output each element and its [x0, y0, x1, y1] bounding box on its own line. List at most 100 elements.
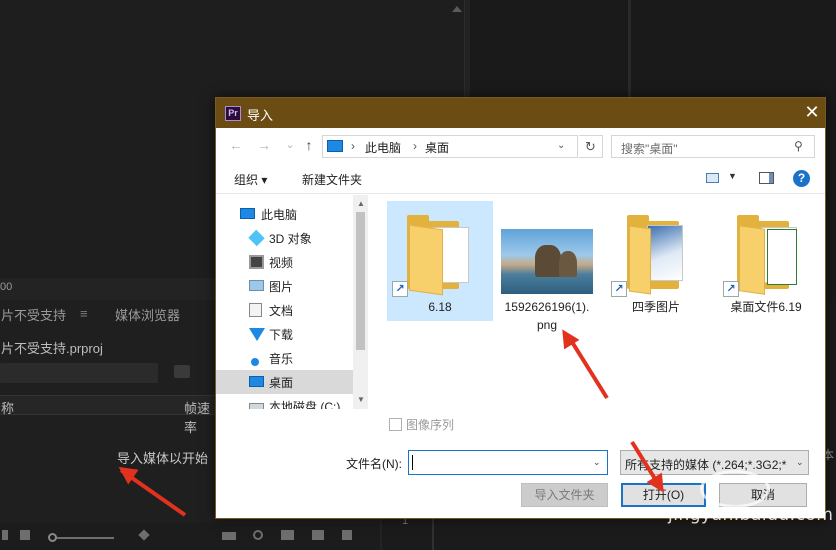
scroll-up-icon[interactable] [452, 6, 462, 12]
tree-item-documents[interactable]: 文档 [216, 298, 353, 322]
desktop-icon [249, 376, 264, 387]
watermark: jingyan.baidu.com [668, 505, 834, 525]
text-caret [412, 455, 413, 470]
refresh-icon[interactable]: ↻ [579, 135, 603, 158]
search-icon[interactable]: ⚲ [794, 139, 803, 153]
file-item-four-seasons[interactable]: ↗ 四季图片 [603, 201, 709, 321]
icon-view-icon[interactable] [20, 530, 30, 540]
project-search-input[interactable] [0, 363, 158, 383]
tree-item-label: 音乐 [269, 352, 294, 366]
zoom-slider[interactable] [52, 537, 114, 539]
shortcut-arrow-icon: ↗ [723, 281, 739, 297]
scroll-down-icon[interactable]: ▼ [357, 395, 365, 404]
image-thumbnail [501, 229, 593, 294]
file-name-line1: 1592626196(1). [504, 300, 590, 314]
preview-pane-icon[interactable] [759, 172, 774, 184]
timecode-text: 00 [0, 281, 13, 293]
tree-item-label: 桌面 [269, 376, 294, 390]
tree-item-this-pc[interactable]: 此电脑 [216, 202, 353, 226]
file-item-png[interactable]: 1592626196(1). png [493, 201, 601, 332]
tree-item-music[interactable]: 音乐 [216, 346, 353, 370]
filename-input[interactable]: ⌄ [408, 450, 608, 475]
address-dropdown-icon[interactable]: ⌄ [557, 140, 565, 151]
tree-item-local-disk[interactable]: 本地磁盘 (C:) [216, 394, 353, 409]
tree-item-label: 视频 [269, 256, 294, 270]
computer-icon [240, 208, 255, 219]
import-folder-button[interactable]: 导入文件夹 [521, 483, 608, 507]
breadcrumb-separator[interactable]: › [351, 139, 355, 153]
baidu-logo [700, 470, 770, 508]
new-item-icon[interactable] [312, 530, 324, 540]
image-sequence-checkbox[interactable] [389, 418, 402, 431]
drive-icon [249, 403, 264, 409]
premiere-window: 00 图片不受支持 ≡ 媒体浏览器 图片不受支持.prproj 名称 帧速率 导… [0, 0, 836, 550]
scrollbar-thumb[interactable] [356, 212, 365, 350]
column-name[interactable]: 名称 [0, 398, 14, 417]
tree-item-downloads[interactable]: 下载 [216, 322, 353, 346]
sort-icon[interactable] [138, 529, 150, 541]
folder-front [409, 224, 443, 296]
new-folder-button[interactable]: 新建文件夹 [302, 171, 362, 188]
pictures-icon [249, 280, 264, 291]
list-view-icon[interactable] [2, 530, 8, 540]
dialog-title: 导入 [247, 108, 274, 123]
shortcut-arrow-icon: ↗ [392, 281, 408, 297]
automate-sequence-icon[interactable] [222, 532, 236, 540]
tab-menu-icon[interactable]: ≡ [80, 306, 88, 321]
video-icon [249, 255, 264, 269]
clear-icon[interactable] [342, 530, 352, 540]
tree-scrollbar[interactable]: ▲ ▼ [353, 195, 368, 409]
downloads-icon [249, 328, 265, 341]
new-search-bin-icon[interactable] [174, 365, 190, 378]
breadcrumb-separator[interactable]: › [413, 139, 417, 153]
search-input[interactable]: 搜索"桌面" ⚲ [611, 135, 815, 158]
change-view-icon[interactable] [706, 173, 719, 183]
close-icon[interactable]: ✕ [802, 102, 822, 122]
tab-media-browser[interactable]: 媒体浏览器 [115, 305, 180, 324]
file-type-dropdown-icon[interactable]: ⌄ [796, 457, 804, 468]
find-icon[interactable] [253, 530, 263, 540]
project-file-name: 图片不受支持.prproj [0, 341, 103, 356]
column-frame-rate[interactable]: 帧速率 [184, 398, 215, 436]
folder-front [739, 225, 765, 295]
address-bar[interactable]: › 此电脑 › 桌面 ⌄ [322, 135, 578, 158]
file-item-618[interactable]: ↗ 6.18 [387, 201, 493, 321]
folder-front [629, 225, 651, 295]
tree-item-label: 图片 [269, 280, 294, 294]
back-arrow-icon[interactable]: ← [228, 137, 244, 153]
tree-item-label: 此电脑 [261, 208, 298, 222]
panel-divider[interactable] [628, 0, 631, 100]
filename-dropdown-icon[interactable]: ⌄ [593, 457, 601, 468]
premiere-app-icon: Pr [225, 106, 241, 121]
zoom-slider-knob[interactable] [48, 533, 57, 542]
filename-label: 文件名(N): [346, 457, 402, 471]
tree-item-desktop[interactable]: 桌面 [216, 370, 353, 394]
tree-item-videos[interactable]: 视频 [216, 250, 353, 274]
shortcut-arrow-icon: ↗ [611, 281, 627, 297]
forward-arrow-icon[interactable]: → [256, 137, 272, 153]
file-name: 四季图片 [631, 300, 680, 314]
tree-item-label: 本地磁盘 (C:) [269, 400, 341, 409]
up-arrow-icon[interactable]: ↑ [301, 137, 317, 153]
new-bin-icon[interactable] [281, 530, 294, 540]
project-column-header: 名称 帧速率 [0, 395, 215, 435]
picture-thumbnail [647, 225, 683, 281]
scroll-up-icon[interactable]: ▲ [357, 199, 365, 208]
file-item-desktop-files[interactable]: ↗ 桌面文件6.19 [713, 201, 819, 321]
view-dropdown-icon[interactable]: ▼ [728, 171, 737, 181]
thumbnail-rock [559, 251, 577, 277]
tab-project[interactable]: 图片不受支持 [0, 305, 66, 324]
file-list-scrollbar[interactable] [819, 195, 825, 409]
breadcrumb-desktop[interactable]: 桌面 [425, 139, 449, 156]
tree-item-pictures[interactable]: 图片 [216, 274, 353, 298]
recent-locations-icon[interactable]: ⌄ [282, 137, 298, 153]
organize-button[interactable]: 组织 ▾ [234, 171, 267, 188]
breadcrumb-this-pc[interactable]: 此电脑 [365, 139, 401, 156]
dialog-title-bar[interactable]: Pr 导入 ✕ [216, 98, 825, 128]
tree-item-label: 下载 [269, 328, 294, 342]
music-icon [251, 358, 259, 366]
tree-item-3d-objects[interactable]: 3D 对象 [216, 226, 353, 250]
help-icon[interactable]: ? [793, 170, 810, 187]
monitor-icon [327, 140, 343, 152]
dialog-toolbar: 组织 ▾ 新建文件夹 ▼ ? [216, 162, 825, 194]
